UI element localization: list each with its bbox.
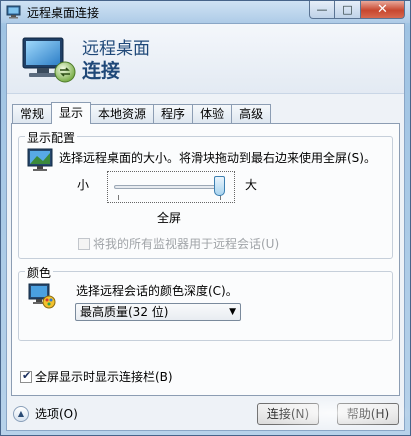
help-button[interactable]: 帮助(H)	[337, 403, 399, 425]
options-toggle[interactable]: ▲ 选项(O)	[13, 405, 78, 422]
tab-advanced[interactable]: 高级	[231, 104, 272, 124]
display-tab-panel: 显示配置 选择远程桌面的大小。将滑块拖动到最右边来使用全屏(S)。 小 大 全屏…	[11, 123, 400, 396]
header-banner: 远程桌面 连接	[7, 24, 404, 94]
slider-tick-min	[118, 195, 119, 200]
multimon-option[interactable]: 将我的所有监视器用于远程会话(U)	[78, 235, 279, 252]
remote-desktop-icon	[6, 5, 21, 19]
slider-track	[114, 185, 224, 189]
slider-small-label: 小	[77, 178, 90, 192]
color-depth-description: 选择远程会话的颜色深度(C)。	[76, 284, 238, 298]
tab-experience[interactable]: 体验	[192, 104, 233, 124]
window-title: 远程桌面连接	[27, 5, 100, 20]
checkmark-icon: ✔	[22, 368, 32, 382]
remote-desktop-logo-icon	[22, 37, 76, 83]
tab-strip: 常规 显示 本地资源 程序 体验 高级	[12, 102, 272, 124]
close-button[interactable]: ✕	[361, 1, 405, 19]
colors-group: 颜色 选择远程会话的颜色深度(C)。 最高质量(32 位) ▼	[18, 264, 393, 341]
color-depth-value: 最高质量(32 位)	[80, 305, 169, 319]
multimon-checkbox[interactable]	[78, 237, 90, 250]
title-bar[interactable]: 远程桌面连接 — □ ✕	[1, 1, 410, 23]
monitor-icon	[27, 148, 53, 171]
tab-display[interactable]: 显示	[51, 102, 92, 124]
fullscreen-bar-checkbox[interactable]: ✔	[20, 368, 32, 383]
options-label: 选项(O)	[35, 407, 78, 421]
chevron-down-icon: ▼	[229, 307, 236, 317]
resolution-slider[interactable]	[107, 171, 235, 203]
colors-title: 颜色	[25, 264, 54, 281]
maximize-button[interactable]: □	[335, 1, 361, 19]
fullscreen-bar-option[interactable]: ✔ 全屏显示时显示连接栏(B)	[20, 368, 173, 385]
resolution-value: 全屏	[157, 211, 182, 225]
tab-local-resources[interactable]: 本地资源	[90, 104, 155, 124]
fullscreen-bar-label: 全屏显示时显示连接栏(B)	[35, 370, 173, 384]
display-size-description: 选择远程桌面的大小。将滑块拖动到最右边来使用全屏(S)。	[59, 151, 376, 165]
connect-button[interactable]: 连接(N)	[257, 403, 319, 425]
dialog-client: 远程桌面 连接 常规 显示 本地资源 程序 体验 高级 显示配置 选择远程桌面的	[6, 23, 411, 431]
multimon-label: 将我的所有监视器用于远程会话(U)	[93, 237, 280, 251]
minimize-button[interactable]: —	[309, 1, 335, 19]
display-config-title: 显示配置	[25, 129, 78, 146]
slider-large-label: 大	[245, 178, 258, 192]
tab-general[interactable]: 常规	[12, 104, 53, 124]
color-palette-icon	[28, 283, 56, 309]
tab-programs[interactable]: 程序	[153, 104, 194, 124]
display-config-group: 显示配置 选择远程桌面的大小。将滑块拖动到最右边来使用全屏(S)。 小 大 全屏…	[18, 129, 393, 259]
banner-title-line2: 连接	[82, 60, 121, 82]
slider-thumb[interactable]	[214, 176, 225, 196]
chevron-up-icon[interactable]: ▲	[13, 405, 29, 422]
rdp-window: 远程桌面连接 — □ ✕ 远程桌面 连接 常规 显示 本地资源 程序 体验 高级…	[0, 0, 411, 436]
color-depth-select[interactable]: 最高质量(32 位) ▼	[75, 303, 241, 321]
